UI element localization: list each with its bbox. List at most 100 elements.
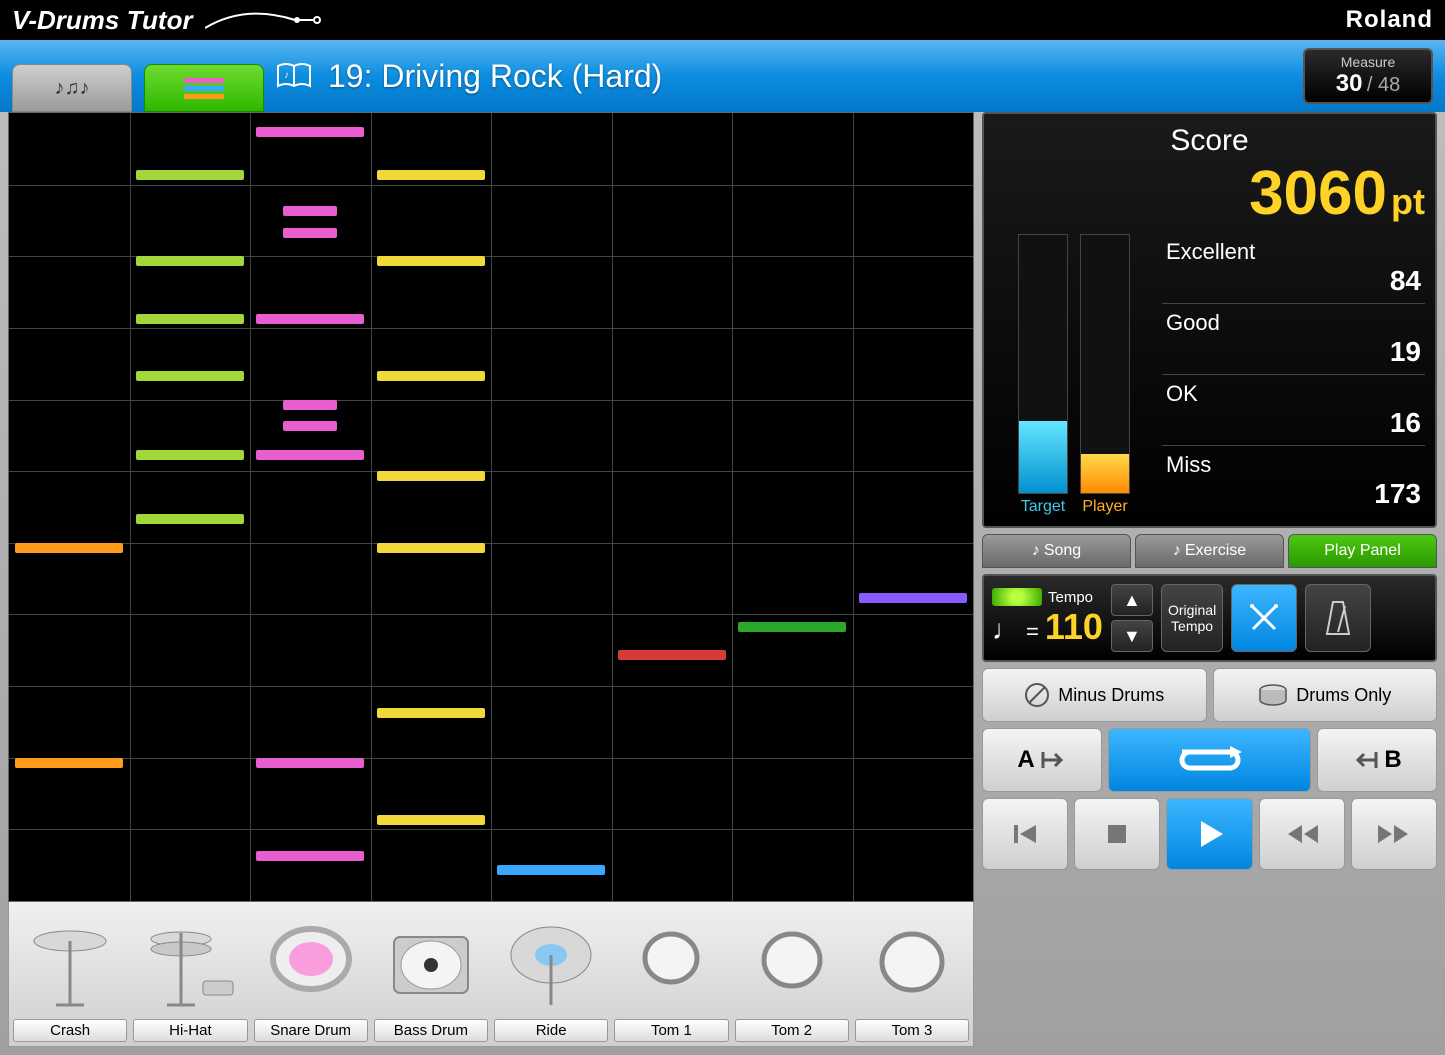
note-marker	[256, 127, 364, 137]
stop-icon	[1104, 821, 1130, 847]
drum-lane-tom-3[interactable]: Tom 3	[855, 908, 969, 1042]
note-marker	[377, 371, 485, 381]
note-marker	[377, 471, 485, 481]
drum-label: Snare Drum	[254, 1019, 368, 1042]
stop-button[interactable]	[1074, 798, 1160, 870]
note-marker	[377, 708, 485, 718]
a-point-button[interactable]: A	[982, 728, 1102, 792]
tom-2-icon	[735, 908, 849, 1019]
tom-3-icon	[855, 908, 969, 1019]
note-marker	[738, 622, 846, 632]
music-notes-icon: ♪♫♪	[55, 77, 90, 100]
drum-lane-tom-1[interactable]: Tom 1	[614, 908, 728, 1042]
note-marker	[136, 514, 244, 524]
quarter-note-icon: ♩	[992, 614, 1020, 646]
measure-label: Measure	[1317, 54, 1419, 70]
tempo-value: 110	[1045, 606, 1103, 648]
drums-only-button[interactable]: Drums Only	[1213, 668, 1438, 722]
crash-icon	[13, 908, 127, 1019]
drum-lane-hi-hat[interactable]: Hi-Hat	[133, 908, 247, 1042]
drum-label: Tom 2	[735, 1019, 849, 1042]
tempo-down-button[interactable]: ▼	[1111, 620, 1153, 652]
note-marker	[377, 543, 485, 553]
stat-value: 84	[1166, 265, 1421, 297]
note-marker	[15, 758, 123, 768]
tempo-up-button[interactable]: ▲	[1111, 584, 1153, 616]
drum-lane-snare-drum[interactable]: Snare Drum	[254, 908, 368, 1042]
app-title-text: V-Drums Tutor	[12, 5, 193, 36]
minus-drums-button[interactable]: Minus Drums	[982, 668, 1207, 722]
tab-exercise[interactable]: ♪ Exercise	[1135, 534, 1284, 568]
tempo-led-icon	[992, 588, 1042, 606]
score-stat-list: Excellent84Good19OK16Miss173	[1162, 233, 1425, 516]
stat-row-excellent: Excellent84	[1162, 233, 1425, 303]
loop-icon	[1170, 742, 1250, 778]
tempo-equals: =	[1026, 619, 1039, 645]
stat-value: 19	[1166, 336, 1421, 368]
play-icon	[1193, 817, 1227, 851]
stat-value: 173	[1166, 478, 1421, 510]
fast-forward-button[interactable]	[1351, 798, 1437, 870]
drum-lane-bass-drum[interactable]: Bass Drum	[374, 908, 488, 1042]
tempo-panel: Tempo ♩ = 110 ▲ ▼ Original Tempo	[982, 574, 1437, 662]
drum-lane-crash[interactable]: Crash	[13, 908, 127, 1042]
note-marker	[859, 593, 967, 603]
drum-label: Ride	[494, 1019, 608, 1042]
titlebar: V-Drums Tutor Roland	[0, 0, 1445, 40]
skip-back-button[interactable]	[982, 798, 1068, 870]
note-marker	[283, 228, 337, 238]
tab-notation-view[interactable]: ♪♫♪	[12, 64, 132, 112]
tab-song[interactable]: ♪ Song	[982, 534, 1131, 568]
score-title: Score	[994, 124, 1425, 158]
song-title-area[interactable]: ♪ 19: Driving Rock (Hard)	[276, 58, 1291, 95]
stat-row-ok: OK16	[1162, 374, 1425, 445]
player-meter-label: Player	[1082, 498, 1127, 516]
note-marker	[377, 815, 485, 825]
note-marker	[15, 543, 123, 553]
drum-lane-ride[interactable]: Ride	[494, 908, 608, 1042]
note-marker	[377, 256, 485, 266]
note-marker	[136, 314, 244, 324]
note-falling-grid	[8, 112, 974, 902]
drum-icon	[1258, 684, 1288, 706]
stat-label: Miss	[1166, 452, 1421, 478]
drumsticks-icon	[1247, 601, 1281, 635]
fast-forward-icon	[1376, 821, 1412, 847]
app-title: V-Drums Tutor	[12, 5, 325, 36]
score-value: 3060	[1249, 159, 1387, 228]
note-marker	[256, 758, 364, 768]
metronome-button[interactable]	[1305, 584, 1371, 652]
header-bar: ♪♫♪ ♪ 19: Driving Rock (Hard) Measure 30…	[0, 40, 1445, 112]
original-tempo-button[interactable]: Original Tempo	[1161, 584, 1223, 652]
swoosh-icon	[205, 10, 325, 30]
player-meter	[1080, 234, 1130, 494]
rewind-button[interactable]	[1259, 798, 1345, 870]
measure-current: 30	[1336, 70, 1363, 97]
drum-kit-row: Crash Hi-Hat Snare Drum Bass Drum Ride Tom 1 T…	[8, 902, 974, 1047]
note-marker	[256, 314, 364, 324]
stat-row-miss: Miss173	[1162, 445, 1425, 516]
rewind-icon	[1284, 821, 1320, 847]
note-marker	[283, 206, 337, 216]
b-point-button[interactable]: B	[1317, 728, 1437, 792]
stat-value: 16	[1166, 407, 1421, 439]
drum-lane-tom-2[interactable]: Tom 2	[735, 908, 849, 1042]
skip-back-icon	[1010, 819, 1040, 849]
stat-label: OK	[1166, 381, 1421, 407]
note-marker	[136, 371, 244, 381]
sticks-button[interactable]	[1231, 584, 1297, 652]
note-marker	[256, 450, 364, 460]
stat-row-good: Good19	[1162, 303, 1425, 374]
metronome-icon	[1323, 598, 1353, 638]
tab-play-panel[interactable]: Play Panel	[1288, 534, 1437, 568]
tab-game-view[interactable]	[144, 64, 264, 112]
note-marker	[618, 650, 726, 660]
loop-button[interactable]	[1108, 728, 1311, 792]
play-button[interactable]	[1166, 798, 1252, 870]
bass-drum-icon	[374, 908, 488, 1019]
snare-drum-icon	[254, 908, 368, 1019]
target-meter-label: Target	[1021, 498, 1065, 516]
note-marker	[256, 851, 364, 861]
drum-label: Crash	[13, 1019, 127, 1042]
b-marker-icon	[1352, 750, 1380, 770]
